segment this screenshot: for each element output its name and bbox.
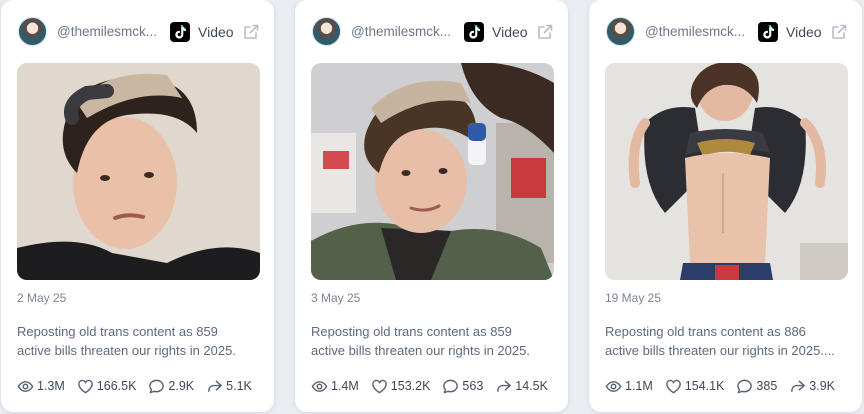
- views-count: 1.4M: [331, 379, 359, 393]
- post-date: 19 May 25: [605, 291, 662, 305]
- content-type-label: Video: [492, 24, 528, 40]
- external-link-icon[interactable]: [242, 23, 260, 41]
- external-link-icon[interactable]: [830, 23, 848, 41]
- likes-stat: 153.2K: [371, 378, 431, 395]
- avatar[interactable]: [312, 17, 341, 46]
- views-count: 1.1M: [625, 379, 653, 393]
- post-caption: Reposting old trans content as 886 activ…: [605, 322, 837, 360]
- caption-line: active bills threaten our rights in 2025…: [311, 343, 530, 358]
- comments-count: 563: [462, 379, 484, 393]
- share-icon: [791, 380, 806, 392]
- post-caption: Reposting old trans content as 859 activ…: [311, 322, 543, 360]
- card-header: @themilesmck... Video: [18, 17, 266, 47]
- author-handle[interactable]: @themilesmck...: [351, 24, 457, 39]
- video-thumbnail[interactable]: [605, 63, 848, 280]
- post-date: 3 May 25: [311, 291, 361, 305]
- share-icon: [208, 380, 222, 392]
- external-link-icon[interactable]: [536, 23, 554, 41]
- avatar[interactable]: [606, 17, 635, 46]
- post-card[interactable]: @themilesmck... Video: [295, 0, 568, 412]
- views-stat: 1.4M: [311, 378, 359, 395]
- tiktok-icon: [170, 22, 190, 42]
- heart-icon: [665, 379, 681, 393]
- caption-line: active bills threaten our rights in 2025…: [17, 343, 236, 358]
- shares-count: 3.9K: [809, 379, 835, 393]
- post-card[interactable]: @themilesmck... Video 2 May 25 Reposting…: [1, 0, 274, 412]
- comments-count: 385: [756, 379, 778, 393]
- engagement-stats: 1.4M 153.2K 563 14.5K: [311, 376, 560, 396]
- engagement-stats: 1.3M 166.5K 2.9K 5.1K: [17, 376, 264, 396]
- avatar[interactable]: [18, 17, 47, 46]
- caption-line: Reposting old trans content as 859: [311, 324, 512, 339]
- comment-icon: [737, 379, 753, 393]
- heart-icon: [77, 379, 93, 393]
- content-type-label: Video: [786, 24, 822, 40]
- author-handle[interactable]: @themilesmck...: [57, 24, 163, 39]
- tiktok-icon: [758, 22, 778, 42]
- shares-count: 14.5K: [515, 379, 548, 393]
- comments-count: 2.9K: [168, 379, 195, 393]
- likes-count: 154.1K: [684, 379, 725, 393]
- post-caption: Reposting old trans content as 859 activ…: [17, 322, 249, 360]
- shares-stat: 3.9K: [789, 378, 835, 395]
- likes-count: 153.2K: [390, 379, 431, 393]
- shares-stat: 14.5K: [495, 378, 548, 395]
- share-icon: [497, 380, 512, 392]
- author-handle[interactable]: @themilesmck...: [645, 24, 751, 39]
- views-count: 1.3M: [37, 379, 65, 393]
- caption-line: Reposting old trans content as 886: [605, 324, 806, 339]
- video-thumbnail[interactable]: [17, 63, 260, 280]
- post-card[interactable]: @themilesmck... Video: [589, 0, 862, 412]
- likes-count: 166.5K: [96, 379, 137, 393]
- caption-line: active bills threaten our rights in 2025…: [605, 343, 835, 358]
- post-card-row: @themilesmck... Video 2 May 25 Reposting…: [0, 0, 864, 414]
- comments-stat: 563: [442, 378, 483, 395]
- comments-stat: 385: [736, 378, 777, 395]
- comment-icon: [443, 379, 459, 393]
- eye-icon: [311, 380, 328, 392]
- engagement-stats: 1.1M 154.1K 385 3.9K: [605, 376, 847, 396]
- eye-icon: [605, 380, 622, 392]
- post-date: 2 May 25: [17, 291, 67, 305]
- views-stat: 1.1M: [605, 378, 653, 395]
- shares-count: 5.1K: [226, 379, 252, 393]
- comments-stat: 2.9K: [148, 378, 194, 395]
- content-type-label: Video: [198, 24, 234, 40]
- card-header: @themilesmck... Video: [606, 17, 854, 47]
- heart-icon: [371, 379, 387, 393]
- card-header: @themilesmck... Video: [312, 17, 560, 47]
- eye-icon: [17, 380, 34, 392]
- tiktok-icon: [464, 22, 484, 42]
- comment-icon: [149, 379, 165, 393]
- likes-stat: 154.1K: [665, 378, 725, 395]
- likes-stat: 166.5K: [77, 378, 137, 395]
- caption-line: Reposting old trans content as 859: [17, 324, 218, 339]
- shares-stat: 5.1K: [206, 378, 252, 395]
- views-stat: 1.3M: [17, 378, 65, 395]
- video-thumbnail[interactable]: [311, 63, 554, 280]
